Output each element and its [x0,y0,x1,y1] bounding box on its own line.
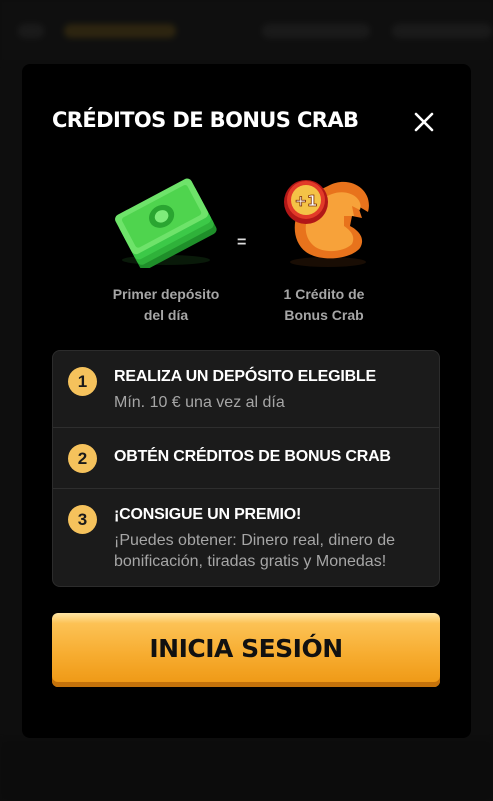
step-item: 3 ¡CONSIGUE UN PREMIO! ¡Puedes obtener: … [53,489,439,586]
money-caption: Primer depósito del día [112,286,220,323]
login-button[interactable]: INICIA SESIÓN [52,613,440,687]
step-number-badge: 1 [68,367,97,396]
crab-badge-text: +1 [294,192,317,210]
crab-caption: 1 Crédito de Bonus Crab [283,286,365,323]
modal-title: CRÉDITOS DE BONUS CRAB [52,108,359,132]
bonus-crab-modal: CRÉDITOS DE BONUS CRAB = +1 Primer depós… [22,64,471,738]
step-item: 2 OBTÉN CRÉDITOS DE BONUS CRAB [53,428,439,489]
crab-claw-icon: +1 [270,168,382,268]
close-icon[interactable] [412,110,436,134]
step-title: ¡CONSIGUE UN PREMIO! [114,506,302,523]
money-stack-icon [104,168,224,271]
equals-sign: = [237,234,247,251]
step-item: 1 REALIZA UN DEPÓSITO ELEGIBLE Mín. 10 €… [53,351,439,428]
steps-list: 1 REALIZA UN DEPÓSITO ELEGIBLE Mín. 10 €… [52,350,440,587]
step-title: OBTÉN CRÉDITOS DE BONUS CRAB [114,448,391,465]
step-title: REALIZA UN DEPÓSITO ELEGIBLE [114,368,376,385]
step-number-badge: 2 [68,444,97,473]
step-description: ¡Puedes obtener: Dinero real, dinero de … [114,532,396,570]
login-button-label: INICIA SESIÓN [149,633,343,663]
step-number-badge: 3 [68,505,97,534]
step-description: Mín. 10 € una vez al día [114,394,285,411]
